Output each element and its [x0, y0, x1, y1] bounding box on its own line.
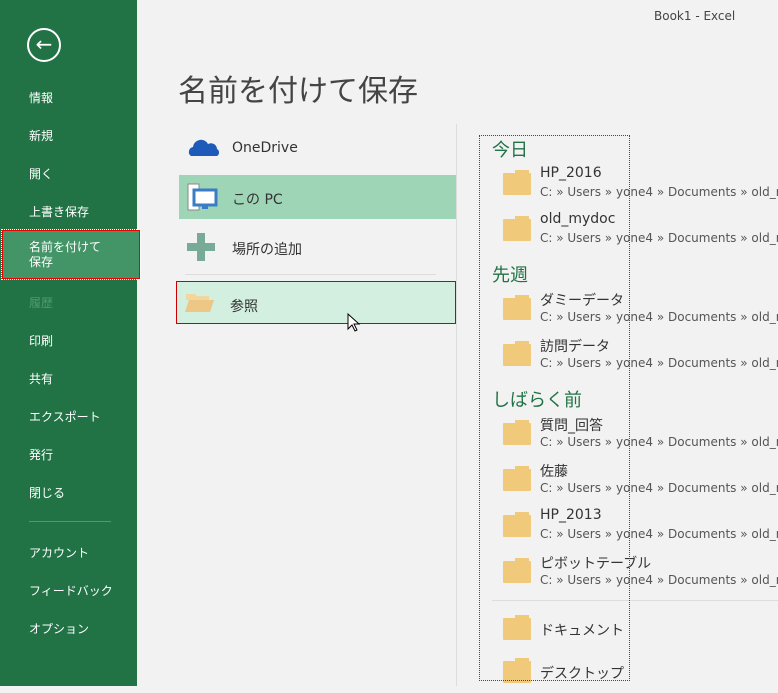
location-label: 参照 — [230, 299, 258, 315]
sidebar-item-export[interactable]: エクスポート — [29, 408, 101, 425]
folder-icon — [503, 558, 531, 583]
sidebar-item-close[interactable]: 閉じる — [29, 484, 65, 501]
folder-desktop[interactable]: デスクトップ — [503, 653, 778, 693]
folder-name: old_mydoc — [540, 211, 616, 227]
sidebar-item-save-as[interactable]: 名前を付けて 保存 — [1, 229, 141, 280]
sidebar-item-options[interactable]: オプション — [29, 620, 89, 637]
recent-folder-item[interactable]: ピボットテーブル C: » Users » yone4 » Documents »… — [503, 553, 778, 593]
folder-documents[interactable]: ドキュメント — [503, 610, 778, 650]
sidebar-item-open[interactable]: 開く — [29, 165, 53, 182]
folder-name: HP_2013 — [540, 507, 602, 523]
group-heading-today: 今日 — [492, 140, 528, 161]
folder-path: C: » Users » yone4 » Documents » old_m — [540, 310, 778, 324]
folder-name: HP_2016 — [540, 165, 602, 181]
sidebar-item-save[interactable]: 上書き保存 — [29, 203, 89, 220]
folder-icon — [503, 512, 531, 537]
plus-icon — [187, 233, 215, 261]
folder-path: C: » Users » yone4 » Documents » old_m — [540, 527, 778, 541]
folder-name: 佐藤 — [540, 464, 568, 480]
location-this-pc[interactable]: この PC — [179, 175, 456, 219]
folder-name: 訪問データ — [540, 339, 610, 355]
divider — [185, 274, 436, 275]
onedrive-cloud-icon — [188, 139, 220, 156]
location-label: 場所の追加 — [232, 242, 302, 258]
folder-name: ドキュメント — [540, 623, 624, 639]
group-heading-last-week: 先週 — [492, 265, 528, 286]
divider — [456, 124, 457, 686]
folder-path: C: » Users » yone4 » Documents » old_m — [540, 185, 778, 199]
sidebar-item-publish[interactable]: 発行 — [29, 446, 53, 463]
recent-folder-item[interactable]: HP_2013 C: » Users » yone4 » Documents » … — [503, 507, 778, 547]
folder-name: ピボットテーブル — [540, 556, 652, 572]
divider — [492, 600, 778, 601]
window-title: Book1 - Excel — [654, 9, 736, 23]
backstage-sidebar: ← 情報 新規 開く 上書き保存 名前を付けて 保存 履歴 印刷 共有 エクスポ… — [0, 0, 141, 686]
folder-icon — [503, 658, 531, 683]
sidebar-divider — [29, 521, 111, 522]
folder-icon — [503, 341, 531, 366]
sidebar-item-history: 履歴 — [29, 296, 54, 310]
recent-folder-item[interactable]: HP_2016 C: » Users » yone4 » Documents » … — [503, 165, 778, 205]
recent-folder-item[interactable]: ダミーデータ C: » Users » yone4 » Documents » o… — [503, 290, 778, 330]
location-onedrive[interactable]: OneDrive — [179, 126, 456, 170]
recent-folder-item[interactable]: 質問_回答 C: » Users » yone4 » Documents » ol… — [503, 415, 778, 455]
page-title: 名前を付けて保存 — [178, 74, 418, 109]
folder-icon — [503, 295, 531, 320]
folder-name: 質問_回答 — [540, 418, 603, 434]
folder-icon — [503, 170, 531, 195]
folder-path: C: » Users » yone4 » Documents » old_m — [540, 435, 778, 449]
mouse-cursor-icon — [347, 313, 361, 332]
recent-folder-item[interactable]: 佐藤 C: » Users » yone4 » Documents » old_m — [503, 461, 778, 501]
folder-path: C: » Users » yone4 » Documents » old_m — [540, 356, 778, 370]
folder-name: ダミーデータ — [540, 293, 624, 309]
sidebar-item-label: 名前を付けて 保存 — [29, 240, 102, 269]
sidebar-item-new[interactable]: 新規 — [29, 127, 53, 144]
folder-icon — [503, 615, 531, 640]
sidebar-item-account[interactable]: アカウント — [29, 544, 89, 561]
location-label: この PC — [232, 192, 283, 208]
browse-button[interactable]: 参照 — [176, 281, 456, 324]
sidebar-item-feedback[interactable]: フィードバック — [29, 582, 113, 599]
sidebar-item-info[interactable]: 情報 — [29, 89, 53, 106]
folder-icon — [503, 420, 531, 445]
folder-icon — [503, 466, 531, 491]
back-arrow-icon[interactable]: ← — [27, 28, 61, 62]
open-folder-icon — [185, 294, 214, 312]
folder-icon — [503, 216, 531, 241]
group-heading-older: しばらく前 — [492, 390, 582, 411]
folder-path: C: » Users » yone4 » Documents » old_m — [540, 231, 778, 245]
sidebar-item-print[interactable]: 印刷 — [29, 332, 53, 349]
location-label: OneDrive — [232, 140, 298, 156]
folder-name: デスクトップ — [540, 666, 624, 682]
recent-folder-item[interactable]: 訪問データ C: » Users » yone4 » Documents » ol… — [503, 336, 778, 376]
location-add-place[interactable]: 場所の追加 — [179, 225, 456, 269]
sidebar-item-share[interactable]: 共有 — [29, 370, 53, 387]
computer-icon — [187, 183, 218, 211]
recent-folder-item[interactable]: old_mydoc C: » Users » yone4 » Documents … — [503, 211, 778, 251]
folder-path: C: » Users » yone4 » Documents » old_m — [540, 573, 778, 587]
folder-path: C: » Users » yone4 » Documents » old_m — [540, 481, 778, 495]
